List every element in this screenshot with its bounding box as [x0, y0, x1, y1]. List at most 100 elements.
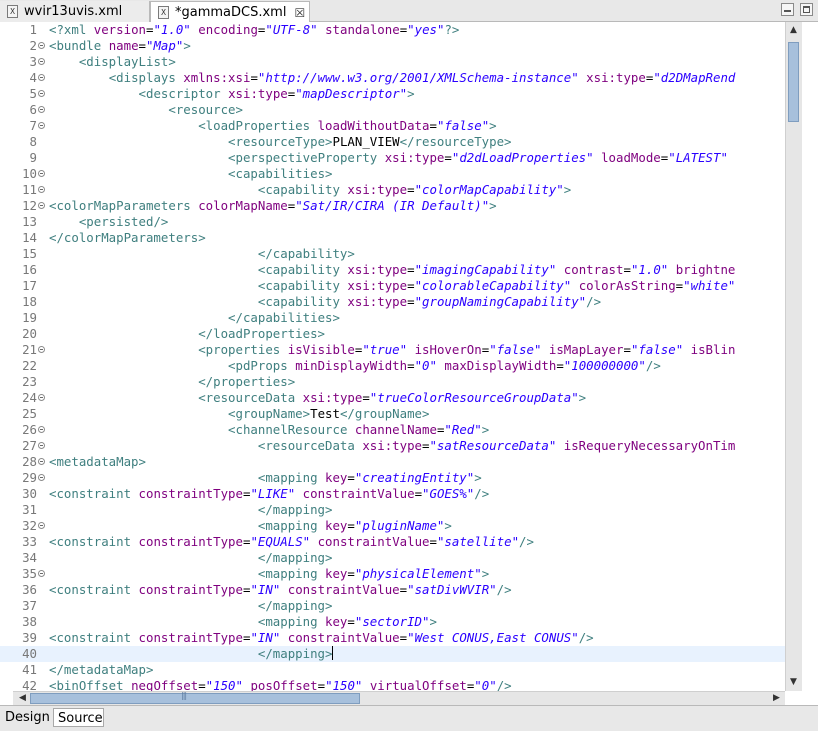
fold-toggle-icon[interactable] — [38, 394, 45, 401]
horizontal-scrollbar[interactable]: ◀ ▶ — [13, 691, 785, 705]
xml-token: "colorableCapability" — [414, 278, 572, 293]
code-line[interactable]: 21 <properties isVisible = "true" isHoverO… — [0, 342, 785, 358]
scroll-down-icon[interactable]: ▼ — [786, 675, 801, 690]
code-line[interactable]: 35 <mapping key="physicalElement"> — [0, 566, 785, 582]
xml-token: constraintType — [138, 630, 243, 645]
code-line[interactable]: 8 <resourceType>PLAN_VIEW</resourceType> — [0, 134, 785, 150]
vertical-scroll-thumb[interactable] — [788, 42, 799, 122]
fold-toggle-icon[interactable] — [38, 426, 45, 433]
xml-token: standalone — [325, 22, 400, 37]
xml-token: isVisible — [287, 342, 355, 357]
scroll-left-icon[interactable]: ◀ — [15, 691, 30, 706]
fold-toggle-icon[interactable] — [38, 458, 45, 465]
code-line[interactable]: 7 <loadProperties loadWithoutData="false… — [0, 118, 785, 134]
code-line[interactable]: 36 <constraint constraintType = "IN" constr… — [0, 582, 785, 598]
code-line[interactable]: 31 </mapping> — [0, 502, 785, 518]
code-line[interactable]: 33 <constraint constraintType = "EQUALS" co… — [0, 534, 785, 550]
code-line[interactable]: 40 </mapping> — [0, 646, 785, 662]
line-number: 11 — [22, 182, 37, 197]
fold-toggle-icon[interactable] — [38, 186, 45, 193]
code-line[interactable]: 3 <displayList> — [0, 54, 785, 70]
code-line[interactable]: 26 <channelResource channelName="Red"> — [0, 422, 785, 438]
scroll-right-icon[interactable]: ▶ — [769, 691, 784, 706]
xml-token: key — [325, 614, 348, 629]
fold-toggle-icon[interactable] — [38, 74, 45, 81]
code-line[interactable]: 1 <?xml version="1.0" encoding="UTF-8" st… — [0, 22, 785, 38]
code-line[interactable]: 25 <groupName>Test</groupName> — [0, 406, 785, 422]
code-line[interactable]: 19 </capabilities> — [0, 310, 785, 326]
code-line[interactable]: 9 <perspectiveProperty xsi:type="d2dLoad… — [0, 150, 785, 166]
fold-toggle-icon[interactable] — [38, 90, 45, 97]
close-icon[interactable]: ☒ — [294, 6, 305, 20]
fold-toggle-icon[interactable] — [38, 122, 45, 129]
horizontal-scroll-thumb[interactable] — [30, 691, 360, 704]
code-line[interactable]: 41 </metadataMap> — [0, 662, 785, 678]
xml-token: loadWithoutData — [317, 118, 430, 133]
tab-wvir13uvis[interactable]: X wvir13uvis.xml — [0, 1, 150, 22]
xml-token: <resourceData — [257, 438, 363, 453]
code-text: <?xml version="1.0" encoding="UTF-8" sta… — [49, 22, 459, 38]
code-line[interactable]: 39 <constraint constraintType = "IN" constr… — [0, 630, 785, 646]
scroll-up-icon[interactable]: ▲ — [786, 23, 801, 38]
fold-toggle-icon[interactable] — [38, 346, 45, 353]
code-line[interactable]: 20 </loadProperties> — [0, 326, 785, 342]
fold-toggle-icon[interactable] — [38, 170, 45, 177]
code-line[interactable]: 2 <bundle name="Map"> — [0, 38, 785, 54]
tab-gammadcs[interactable]: X *gammaDCS.xml ☒ — [150, 1, 310, 23]
code-line[interactable]: 10 <capabilities> — [0, 166, 785, 182]
tab-source[interactable]: Source — [53, 708, 104, 727]
code-line[interactable]: 5 <descriptor xsi:type="mapDescriptor"> — [0, 86, 785, 102]
xml-token: = — [347, 614, 355, 629]
code-line[interactable]: 37 </mapping> — [0, 598, 785, 614]
code-text: <mapping key="sectorID"> — [49, 614, 437, 630]
code-text: <resource> — [49, 102, 243, 118]
minimize-button[interactable] — [781, 3, 794, 16]
code-line[interactable]: 14 </colorMapParameters> — [0, 230, 785, 246]
xml-token: </capability> — [257, 246, 355, 261]
xml-token: xmlns:xsi — [183, 70, 251, 85]
xml-token — [318, 22, 325, 37]
code-line[interactable]: 15 </capability> — [0, 246, 785, 262]
code-line[interactable]: 29 <mapping key="creatingEntity"> — [0, 470, 785, 486]
code-line[interactable]: 38 <mapping key="sectorID"> — [0, 614, 785, 630]
code-line[interactable]: 24 <resourceData xsi:type="trueColorReso… — [0, 390, 785, 406]
fold-toggle-icon[interactable] — [38, 106, 45, 113]
xml-token: <groupName> — [228, 406, 311, 421]
code-line[interactable]: 28 <metadataMap> — [0, 454, 785, 470]
code-line[interactable]: 42 <binOffset negOffset="150" posOffset="… — [0, 678, 785, 691]
code-line[interactable]: 11 <capability xsi:type="colorMapCapabil… — [0, 182, 785, 198]
code-line[interactable]: 13 <persisted/> — [0, 214, 785, 230]
code-line[interactable]: 18 <capability xsi:type="groupNamingCapa… — [0, 294, 785, 310]
xml-token: <constraint — [49, 534, 139, 549]
code-line[interactable]: 22 <pdProps minDisplayWidth="0" maxDispl… — [0, 358, 785, 374]
xml-token: <descriptor — [138, 86, 229, 101]
xml-token: /> — [578, 630, 594, 645]
fold-toggle-icon[interactable] — [38, 58, 45, 65]
code-line[interactable]: 23 </properties> — [0, 374, 785, 390]
code-line[interactable]: 34 </mapping> — [0, 550, 785, 566]
code-line[interactable]: 27 <resourceData xsi:type="satResourceDa… — [0, 438, 785, 454]
fold-toggle-icon[interactable] — [38, 474, 45, 481]
fold-toggle-icon[interactable] — [38, 42, 45, 49]
code-line[interactable]: 16 <capability xsi:type="imagingCapabili… — [0, 262, 785, 278]
tab-design[interactable]: Design — [1, 708, 52, 727]
code-line[interactable]: 12 <colorMapParameters colorMapName="Sat/… — [0, 198, 785, 214]
xml-token: "physicalElement" — [354, 566, 482, 581]
xml-source-editor[interactable]: 1 <?xml version="1.0" encoding="UTF-8" st… — [0, 22, 818, 691]
xml-token: <mapping — [257, 518, 326, 533]
code-line[interactable]: 32 <mapping key="pluginName"> — [0, 518, 785, 534]
fold-toggle-icon[interactable] — [38, 570, 45, 577]
fold-toggle-icon[interactable] — [38, 522, 45, 529]
xml-token — [556, 438, 563, 453]
code-line[interactable]: 17 <capability xsi:type="colorableCapabi… — [0, 278, 785, 294]
xml-token: constraintType — [138, 486, 243, 501]
fold-toggle-icon[interactable] — [38, 442, 45, 449]
code-line[interactable]: 6 <resource> — [0, 102, 785, 118]
vertical-scrollbar[interactable]: ▲ ▼ — [785, 22, 802, 691]
maximize-button[interactable] — [800, 3, 813, 16]
code-line[interactable]: 30 <constraint constraintType = "LIKE" cons… — [0, 486, 785, 502]
code-line[interactable]: 4 <displays xmlns:xsi="http://www.w3.org… — [0, 70, 785, 86]
fold-toggle-icon[interactable] — [38, 202, 45, 209]
